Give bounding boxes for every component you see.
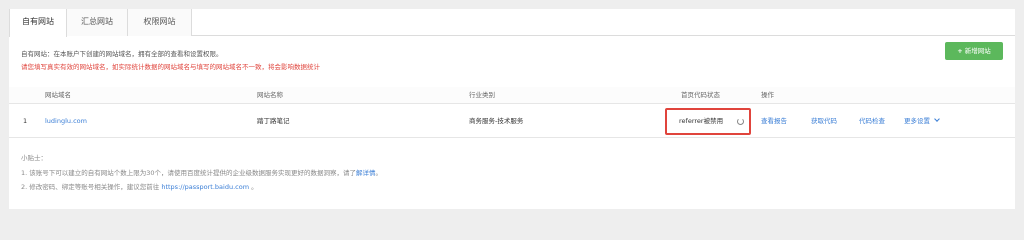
- site-name: 踏丁路笔记: [257, 117, 290, 125]
- code-status-text: referrer被禁用: [679, 117, 724, 125]
- get-code-link[interactable]: 获取代码: [811, 104, 837, 138]
- site-management-panel: 自有网站 汇总网站 权限网站 自有网站：在本账户下创建的网站域名，拥有全部的查看…: [9, 9, 1015, 209]
- tip-site-limit-text: 1. 该账号下可以建立的自有网站个数上限为30个，请使用百度统计提供的企业级数据…: [21, 169, 357, 177]
- code-status-highlight: referrer被禁用: [665, 108, 751, 135]
- tab-own-sites[interactable]: 自有网站: [9, 9, 67, 37]
- more-settings-dropdown[interactable]: 更多设置: [904, 104, 940, 138]
- domain-warning-text: 请您填写真实有效的网站域名，如实际统计数据的网站域名与填写的网站域名不一致，将会…: [21, 63, 320, 71]
- tab-permission-sites[interactable]: 权限网站: [128, 9, 192, 36]
- header-site-name: 网站名称: [257, 91, 283, 99]
- header-category: 行业类别: [469, 91, 495, 99]
- tip-site-limit-end: 。: [375, 169, 383, 177]
- header-domain: 网站域名: [45, 91, 71, 99]
- check-code-link[interactable]: 代码检查: [859, 104, 885, 138]
- passport-link[interactable]: https://passport.baidu.com: [161, 183, 249, 191]
- row-index: 1: [23, 117, 28, 125]
- tab-bar: 自有网站 汇总网站 权限网站: [9, 9, 1015, 37]
- tip-password: 2. 修改密码、绑定等账号相关操作，建议您前往 https://passport…: [21, 181, 258, 191]
- chevron-down-icon: [934, 116, 940, 122]
- header-actions: 操作: [761, 91, 774, 99]
- table-header: 网站域名 网站名称 行业类别 首页代码状态 操作: [9, 87, 1015, 104]
- learn-more-link[interactable]: 解详情: [356, 169, 376, 177]
- plus-icon: +: [957, 47, 963, 55]
- tips-title: 小贴士：: [21, 154, 47, 162]
- table-row: 1 ludinglu.com 踏丁路笔记 商务服务-技术服务 referrer被…: [9, 104, 1015, 138]
- add-site-button[interactable]: + 新增网站: [945, 42, 1003, 60]
- site-category: 商务服务-技术服务: [469, 117, 524, 125]
- refresh-icon[interactable]: [737, 118, 744, 125]
- header-code-status: 首页代码状态: [681, 91, 720, 99]
- site-domain-link[interactable]: ludinglu.com: [45, 104, 87, 138]
- tip-site-limit: 1. 该账号下可以建立的自有网站个数上限为30个，请使用百度统计提供的企业级数据…: [21, 167, 382, 177]
- tip-password-text: 2. 修改密码、绑定等账号相关操作，建议您前往: [21, 183, 162, 191]
- more-settings-label: 更多设置: [904, 117, 930, 125]
- tab-summary-sites[interactable]: 汇总网站: [67, 9, 128, 36]
- view-report-link[interactable]: 查看报告: [761, 104, 787, 138]
- add-site-label: 新增网站: [964, 47, 991, 55]
- own-sites-description: 自有网站：在本账户下创建的网站域名，拥有全部的查看和设置权限。: [21, 50, 223, 58]
- tip-password-end: 。: [249, 183, 258, 191]
